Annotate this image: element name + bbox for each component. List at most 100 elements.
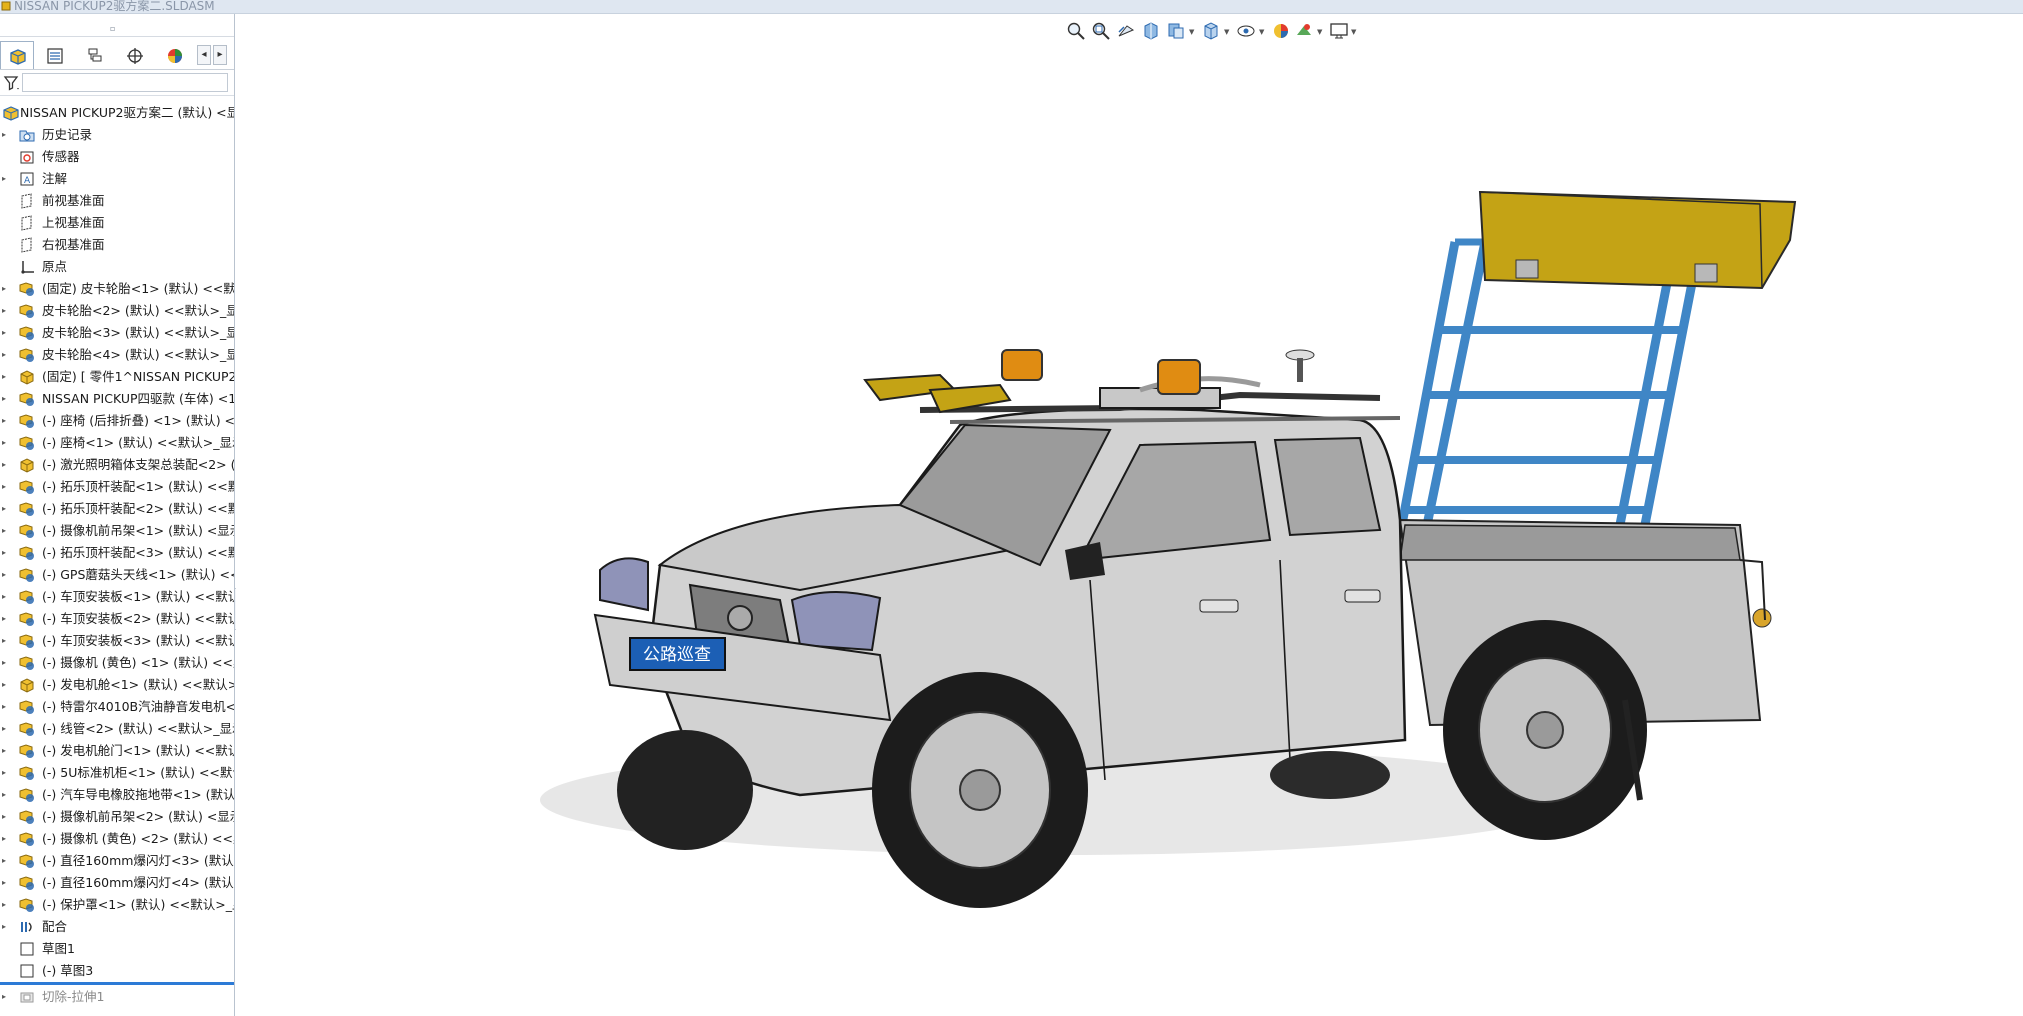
chevron-right-icon[interactable]: ▸: [2, 916, 12, 938]
tabs-scroll-right-button[interactable]: ▸: [213, 45, 227, 65]
chevron-down-icon[interactable]: ▼: [1351, 28, 1356, 36]
chevron-right-icon[interactable]: ▸: [2, 806, 12, 828]
chevron-right-icon[interactable]: ▸: [2, 542, 12, 564]
tree-item[interactable]: ▸ (-) 摄像机 (黄色) <1> (默认) <<默: [0, 652, 234, 674]
previous-view-icon[interactable]: [1115, 20, 1137, 42]
tree-item[interactable]: ▸ 配合: [0, 916, 234, 938]
edit-appearance-icon[interactable]: [1270, 20, 1292, 42]
chevron-right-icon[interactable]: ▸: [2, 828, 12, 850]
chevron-right-icon[interactable]: ▸: [2, 674, 12, 696]
tree-item[interactable]: 前视基准面: [0, 190, 234, 212]
chevron-right-icon[interactable]: ▸: [2, 344, 12, 366]
tree-root-assembly[interactable]: NISSAN PICKUP2驱方案二 (默认) <显示: [0, 102, 234, 124]
tree-item[interactable]: ▸ (-) 发电机舱<1> (默认) <<默认>_显: [0, 674, 234, 696]
tree-item[interactable]: ▸ (-) 拓乐顶杆装配<2> (默认) <<默认: [0, 498, 234, 520]
tree-item[interactable]: 原点: [0, 256, 234, 278]
chevron-right-icon[interactable]: ▸: [2, 432, 12, 454]
filter-icon[interactable]: [3, 74, 21, 92]
panel-splitter-handle[interactable]: ▫: [110, 24, 115, 33]
chevron-right-icon[interactable]: ▸: [2, 850, 12, 872]
chevron-right-icon[interactable]: ▸: [2, 300, 12, 322]
display-style-icon[interactable]: [1235, 20, 1257, 42]
tree-item[interactable]: ▸ (-) 特雷尔4010B汽油静音发电机<1: [0, 696, 234, 718]
tree-item[interactable]: ▸ (-) 摄像机前吊架<2> (默认) <显示: [0, 806, 234, 828]
chevron-down-icon[interactable]: ▼: [1317, 28, 1322, 36]
tree-item[interactable]: ▸ (-) GPS蘑菇头天线<1> (默认) <<默: [0, 564, 234, 586]
chevron-right-icon[interactable]: ▸: [2, 410, 12, 432]
tree-item[interactable]: ▸ (-) 拓乐顶杆装配<1> (默认) <<默认: [0, 476, 234, 498]
tab-dimxpert[interactable]: [118, 41, 152, 69]
dynamic-annotation-icon[interactable]: [1165, 20, 1187, 42]
tree-item[interactable]: ▸ (-) 拓乐顶杆装配<3> (默认) <<默认: [0, 542, 234, 564]
chevron-right-icon[interactable]: ▸: [2, 872, 12, 894]
chevron-right-icon[interactable]: ▸: [2, 894, 12, 916]
tree-item[interactable]: ▸ (-) 车顶安装板<3> (默认) <<默认>_: [0, 630, 234, 652]
chevron-right-icon[interactable]: ▸: [2, 366, 12, 388]
tree-item[interactable]: ▸ NISSAN PICKUP四驱款 (车体) <1: [0, 388, 234, 410]
tree-item[interactable]: 传感器: [0, 146, 234, 168]
tree-item[interactable]: ▸ (-) 摄像机 (黄色) <2> (默认) <<默: [0, 828, 234, 850]
tabs-scroll-left-button[interactable]: ◂: [197, 45, 211, 65]
chevron-right-icon[interactable]: ▸: [2, 498, 12, 520]
chevron-right-icon[interactable]: ▸: [2, 718, 12, 740]
tree-item[interactable]: ▸ (-) 座椅 (后排折叠) <1> (默认) <: [0, 410, 234, 432]
tab-configurationmanager[interactable]: [78, 41, 112, 69]
chevron-right-icon[interactable]: ▸: [2, 124, 12, 146]
tree-item[interactable]: 草图1: [0, 938, 234, 960]
tree-item[interactable]: ▸ (-) 保护罩<1> (默认) <<默认>_显示: [0, 894, 234, 916]
view-settings-icon[interactable]: [1328, 20, 1350, 42]
chevron-right-icon[interactable]: ▸: [2, 168, 12, 190]
chevron-right-icon[interactable]: ▸: [2, 608, 12, 630]
chevron-right-icon[interactable]: ▸: [2, 388, 12, 410]
tree-filter-input[interactable]: [22, 73, 228, 92]
tree-item[interactable]: ▸ (-) 直径160mm爆闪灯<3> (默认) <: [0, 850, 234, 872]
chevron-right-icon[interactable]: ▸: [2, 762, 12, 784]
tree-item[interactable]: (-) 草图3: [0, 960, 234, 982]
tree-item[interactable]: ▸ (-) 发电机舱门<1> (默认) <<默认>_: [0, 740, 234, 762]
tree-item[interactable]: ▸ (-) 车顶安装板<2> (默认) <<默认>_: [0, 608, 234, 630]
pickup-truck-3d-model[interactable]: 公路巡查: [500, 180, 1800, 940]
rollback-bar[interactable]: [0, 982, 234, 985]
chevron-right-icon[interactable]: ▸: [2, 520, 12, 542]
zoom-to-area-icon[interactable]: [1090, 20, 1112, 42]
tree-item[interactable]: ▸ (-) 直径160mm爆闪灯<4> (默认) <: [0, 872, 234, 894]
zoom-to-fit-icon[interactable]: [1065, 20, 1087, 42]
chevron-down-icon[interactable]: ▼: [1259, 28, 1264, 36]
tree-item[interactable]: ▸ 皮卡轮胎<2> (默认) <<默认>_显示: [0, 300, 234, 322]
tree-item[interactable]: ▸ (-) 5U标准机柜<1> (默认) <<默认>_: [0, 762, 234, 784]
tree-item-cut-extrude[interactable]: ▸ 切除-拉伸1: [0, 986, 234, 1008]
chevron-down-icon[interactable]: ▼: [1224, 28, 1229, 36]
apply-scene-icon[interactable]: [1293, 20, 1315, 42]
tab-propertymanager[interactable]: [38, 41, 72, 69]
tree-item[interactable]: ▸ (-) 车顶安装板<1> (默认) <<默认>_: [0, 586, 234, 608]
chevron-right-icon[interactable]: ▸: [2, 454, 12, 476]
tree-item[interactable]: ▸ (-) 线管<2> (默认) <<默认>_显示状: [0, 718, 234, 740]
tree-item[interactable]: ▸ 皮卡轮胎<3> (默认) <<默认>_显示: [0, 322, 234, 344]
chevron-right-icon[interactable]: ▸: [2, 740, 12, 762]
tab-display-manager[interactable]: [158, 41, 192, 69]
tree-item[interactable]: ▸ (-) 汽车导电橡胶拖地带<1> (默认): [0, 784, 234, 806]
chevron-right-icon[interactable]: ▸: [2, 564, 12, 586]
view-orientation-icon[interactable]: [1200, 20, 1222, 42]
tree-item[interactable]: ▸ (固定) 皮卡轮胎<1> (默认) <<默认: [0, 278, 234, 300]
chevron-right-icon[interactable]: ▸: [2, 630, 12, 652]
chevron-right-icon[interactable]: ▸: [2, 986, 12, 1008]
tree-item[interactable]: ▸ (-) 摄像机前吊架<1> (默认) <显示: [0, 520, 234, 542]
section-view-icon[interactable]: [1140, 20, 1162, 42]
tree-item[interactable]: ▸ 历史记录: [0, 124, 234, 146]
chevron-right-icon[interactable]: ▸: [2, 586, 12, 608]
chevron-down-icon[interactable]: ▼: [1189, 28, 1194, 36]
chevron-right-icon[interactable]: ▸: [2, 476, 12, 498]
tree-item[interactable]: ▸ (固定) [ 零件1^NISSAN PICKUP2驱: [0, 366, 234, 388]
tree-item[interactable]: ▸ (-) 座椅<1> (默认) <<默认>_显示: [0, 432, 234, 454]
tree-item[interactable]: ▸ A 注解: [0, 168, 234, 190]
chevron-right-icon[interactable]: ▸: [2, 696, 12, 718]
chevron-right-icon[interactable]: ▸: [2, 784, 12, 806]
tab-featuremanager[interactable]: [0, 41, 34, 69]
chevron-right-icon[interactable]: ▸: [2, 322, 12, 344]
tree-item[interactable]: ▸ 皮卡轮胎<4> (默认) <<默认>_显示: [0, 344, 234, 366]
tree-item[interactable]: 右视基准面: [0, 234, 234, 256]
chevron-right-icon[interactable]: ▸: [2, 278, 12, 300]
tree-item[interactable]: ▸ (-) 激光照明箱体支架总装配<2> (默: [0, 454, 234, 476]
chevron-right-icon[interactable]: ▸: [2, 652, 12, 674]
